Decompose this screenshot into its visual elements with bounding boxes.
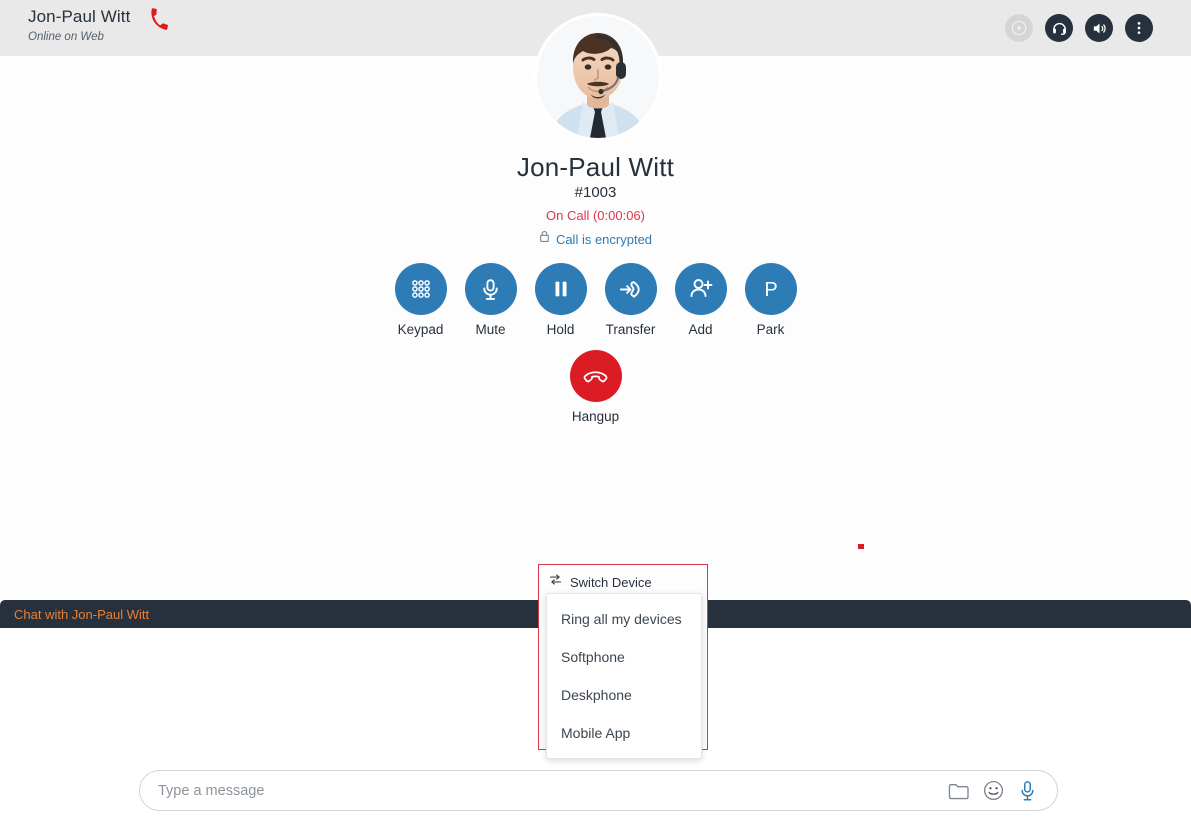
switch-device-header[interactable]: Switch Device [539, 565, 707, 591]
record-button[interactable] [1005, 14, 1033, 42]
chat-header-title: Chat with Jon-Paul Witt [14, 606, 150, 622]
swap-arrows-icon [549, 573, 562, 591]
park-label: Park [756, 322, 785, 337]
switch-device-popover: Switch Device Ring all my devices Softph… [538, 564, 708, 759]
switch-device-option-mobile-app[interactable]: Mobile App [547, 714, 701, 752]
keypad-icon [411, 280, 430, 298]
current-user-status: Online on Web [28, 31, 104, 43]
cursor-marker [858, 544, 864, 549]
hold-action[interactable]: Hold [534, 263, 587, 337]
svg-text:P: P [764, 279, 777, 301]
call-status: On Call (0:00:06) [546, 208, 645, 223]
call-actions: Keypad Mute Hold Transfer Add P Park [0, 263, 1191, 337]
hangup-label: Hangup [571, 409, 620, 424]
voice-record-icon[interactable] [1018, 780, 1037, 802]
callee-extension: #1003 [574, 184, 617, 201]
speaker-button[interactable] [1085, 14, 1113, 42]
hold-button[interactable] [534, 263, 587, 315]
transfer-button[interactable] [604, 263, 657, 315]
encryption-label: Call is encrypted [555, 231, 653, 247]
app-root: Jon-Paul Witt Online on Web Jon-Paul Wit… [0, 0, 1191, 820]
encryption-indicator: Call is encrypted [0, 230, 1191, 248]
switch-device-title: Switch Device [570, 574, 652, 590]
park-p-icon: P [764, 279, 777, 301]
hangup-button[interactable] [569, 350, 622, 402]
switch-device-option-ring-all[interactable]: Ring all my devices [547, 600, 701, 638]
more-options-button[interactable] [1125, 14, 1153, 42]
hold-label: Hold [546, 322, 575, 337]
transfer-action[interactable]: Transfer [604, 263, 657, 337]
hangup-action[interactable]: Hangup [0, 350, 1191, 424]
current-user-block: Jon-Paul Witt Online on Web [28, 6, 130, 44]
transfer-label: Transfer [605, 322, 656, 337]
keypad-button[interactable] [394, 263, 447, 315]
add-label: Add [688, 322, 713, 337]
mute-action[interactable]: Mute [464, 263, 517, 337]
add-button[interactable] [674, 263, 727, 315]
current-user-name: Jon-Paul Witt [28, 7, 131, 26]
headset-button[interactable] [1045, 14, 1073, 42]
lock-icon [539, 230, 550, 248]
park-action[interactable]: P Park [744, 263, 797, 337]
callee-name: Jon-Paul Witt [516, 152, 675, 182]
message-composer [139, 770, 1058, 811]
switch-device-option-softphone[interactable]: Softphone [547, 638, 701, 676]
attach-folder-icon[interactable] [948, 781, 969, 800]
keypad-action[interactable]: Keypad [394, 263, 447, 337]
switch-device-option-deskphone[interactable]: Deskphone [547, 676, 701, 714]
switch-device-menu: Ring all my devices Softphone Deskphone … [546, 593, 702, 759]
pause-icon [555, 281, 566, 297]
park-button[interactable]: P [744, 263, 797, 315]
topbar-actions [1005, 14, 1153, 42]
microphone-icon [483, 278, 498, 300]
message-input[interactable] [140, 782, 948, 799]
mute-button[interactable] [464, 263, 517, 315]
transfer-call-icon [619, 280, 640, 298]
hangup-phone-icon [583, 370, 608, 382]
avatar [537, 16, 659, 138]
keypad-label: Keypad [397, 322, 444, 337]
composer-icons [948, 780, 1057, 802]
mute-label: Mute [475, 322, 506, 337]
add-action[interactable]: Add [674, 263, 727, 337]
add-person-icon [690, 279, 712, 297]
phone-handset-icon[interactable] [148, 8, 170, 30]
emoji-icon[interactable] [983, 780, 1004, 801]
